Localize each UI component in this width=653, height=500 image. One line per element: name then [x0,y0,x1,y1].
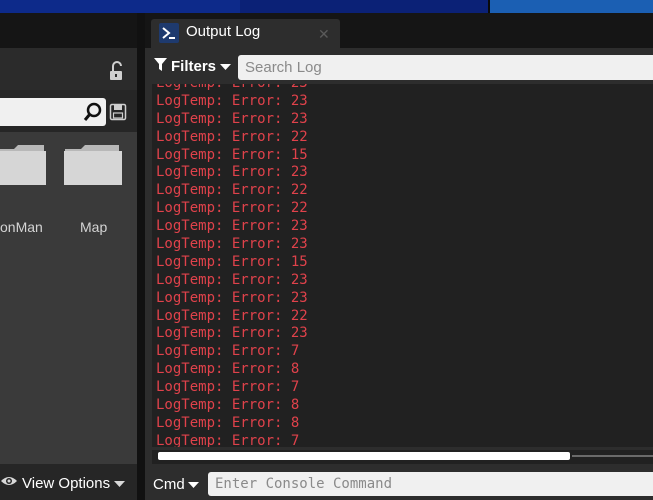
log-line: LogTemp: Error: 23 [156,236,308,253]
log-lines: LogTemp: Error: 23 LogTemp: Error: 23 LogT… [156,84,308,447]
log-line: LogTemp: Error: 8 [156,414,300,431]
filter-icon [154,57,167,75]
log-line: LogTemp: Error: 22 [156,307,308,324]
console-command-input[interactable] [208,472,653,496]
log-line: LogTemp: Error: 23 [156,84,308,93]
chevron-down-icon [187,476,199,493]
view-options-label: View Options [22,474,111,492]
log-line: LogTemp: Error: 8 [156,361,300,378]
log-line: LogTemp: Error: 15 [156,146,308,163]
log-line: LogTemp: Error: 23 [156,325,308,342]
log-line: LogTemp: Error: 22 [156,200,308,217]
cmd-label: Cmd [153,475,185,493]
eye-icon [0,474,18,492]
chevron-down-icon [114,475,126,492]
log-line: LogTemp: Error: 23 [156,110,308,127]
view-options-button[interactable]: View Options [0,470,126,496]
asset-label[interactable]: onMan [0,219,43,235]
tab-title: Output Log [186,23,261,40]
log-output-area[interactable]: LogTemp: Error: 23 LogTemp: Error: 23 LogT… [152,84,653,447]
folder-icon[interactable] [63,143,123,185]
search-log-input[interactable] [238,55,653,80]
log-line: LogTemp: Error: 23 [156,271,308,288]
log-line: LogTemp: Error: 8 [156,397,300,414]
log-line: LogTemp: Error: 23 [156,92,308,109]
log-line: LogTemp: Error: 7 [156,379,300,396]
log-line: LogTemp: Error: 22 [156,182,308,199]
viewport-strip [0,0,653,13]
log-line: LogTemp: Error: 23 [156,289,308,306]
folder-icon[interactable] [0,143,46,185]
log-line: LogTemp: Error: 7 [156,343,300,360]
close-icon[interactable]: ✕ [318,26,330,43]
search-icon[interactable] [82,101,104,123]
scrollbar-track-line [572,455,653,457]
log-line: LogTemp: Error: 23 [156,218,308,235]
chevron-down-icon [220,58,232,75]
log-line: LogTemp: Error: 23 [156,164,308,181]
asset-label[interactable]: Map [80,219,107,235]
filters-button[interactable]: Filters [154,56,232,76]
panel-splitter[interactable] [137,13,145,500]
log-line: LogTemp: Error: 15 [156,253,308,270]
log-line: LogTemp: Error: 22 [156,128,308,145]
log-line: LogTemp: Error: 7 [156,432,300,447]
save-icon[interactable] [109,103,127,121]
unlocked-padlock-icon[interactable] [106,60,128,82]
console-icon [159,23,179,43]
filters-label: Filters [171,57,217,75]
scrollbar-thumb[interactable] [158,452,570,460]
cmd-dropdown[interactable]: Cmd [153,474,199,494]
